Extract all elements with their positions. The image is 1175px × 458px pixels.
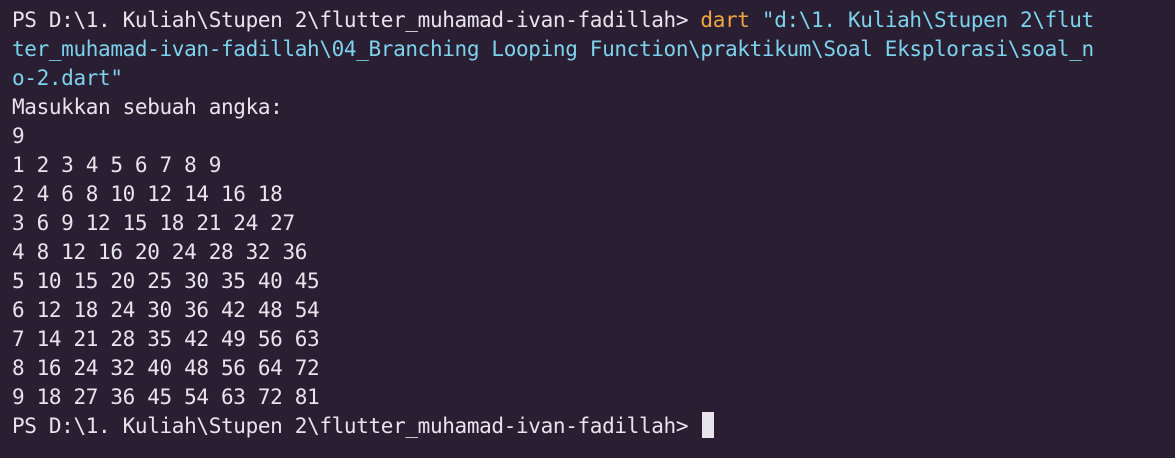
input-value: 9 xyxy=(12,124,25,148)
output-row: 1 2 3 4 5 6 7 8 9 xyxy=(12,153,221,177)
terminal-window[interactable]: PS D:\1. Kuliah\Stupen 2\flutter_muhamad… xyxy=(0,0,1175,458)
output-row: 4 8 12 16 20 24 28 32 36 xyxy=(12,240,308,264)
shell-prompt: PS D:\1. Kuliah\Stupen 2\flutter_muhamad… xyxy=(12,8,701,32)
output-row: 6 12 18 24 30 36 42 48 54 xyxy=(12,298,320,322)
command-line: PS D:\1. Kuliah\Stupen 2\flutter_muhamad… xyxy=(12,6,1175,35)
output-row: 2 4 6 8 10 12 14 16 18 xyxy=(12,182,283,206)
shell-prompt: PS D:\1. Kuliah\Stupen 2\flutter_muhamad… xyxy=(12,414,701,438)
command-name: dart xyxy=(700,8,750,32)
text-cursor xyxy=(702,412,715,438)
input-prompt-text: Masukkan sebuah angka: xyxy=(12,95,283,119)
final-prompt-line[interactable]: PS D:\1. Kuliah\Stupen 2\flutter_muhamad… xyxy=(12,412,1175,441)
command-argument-part-3: o-2.dart" xyxy=(12,66,123,90)
command-argument-part-2: ter_muhamad-ivan-fadillah\04_Branching L… xyxy=(12,37,1094,61)
output-row: 7 14 21 28 35 42 49 56 63 xyxy=(12,327,320,351)
output-row: 5 10 15 20 25 30 35 40 45 xyxy=(12,269,320,293)
output-row: 8 16 24 32 40 48 56 64 72 xyxy=(12,356,320,380)
command-argument-part-1: "d:\1. Kuliah\Stupen 2\flut xyxy=(749,8,1094,32)
output-row: 9 18 27 36 45 54 63 72 81 xyxy=(12,385,320,409)
output-row: 3 6 9 12 15 18 21 24 27 xyxy=(12,211,295,235)
